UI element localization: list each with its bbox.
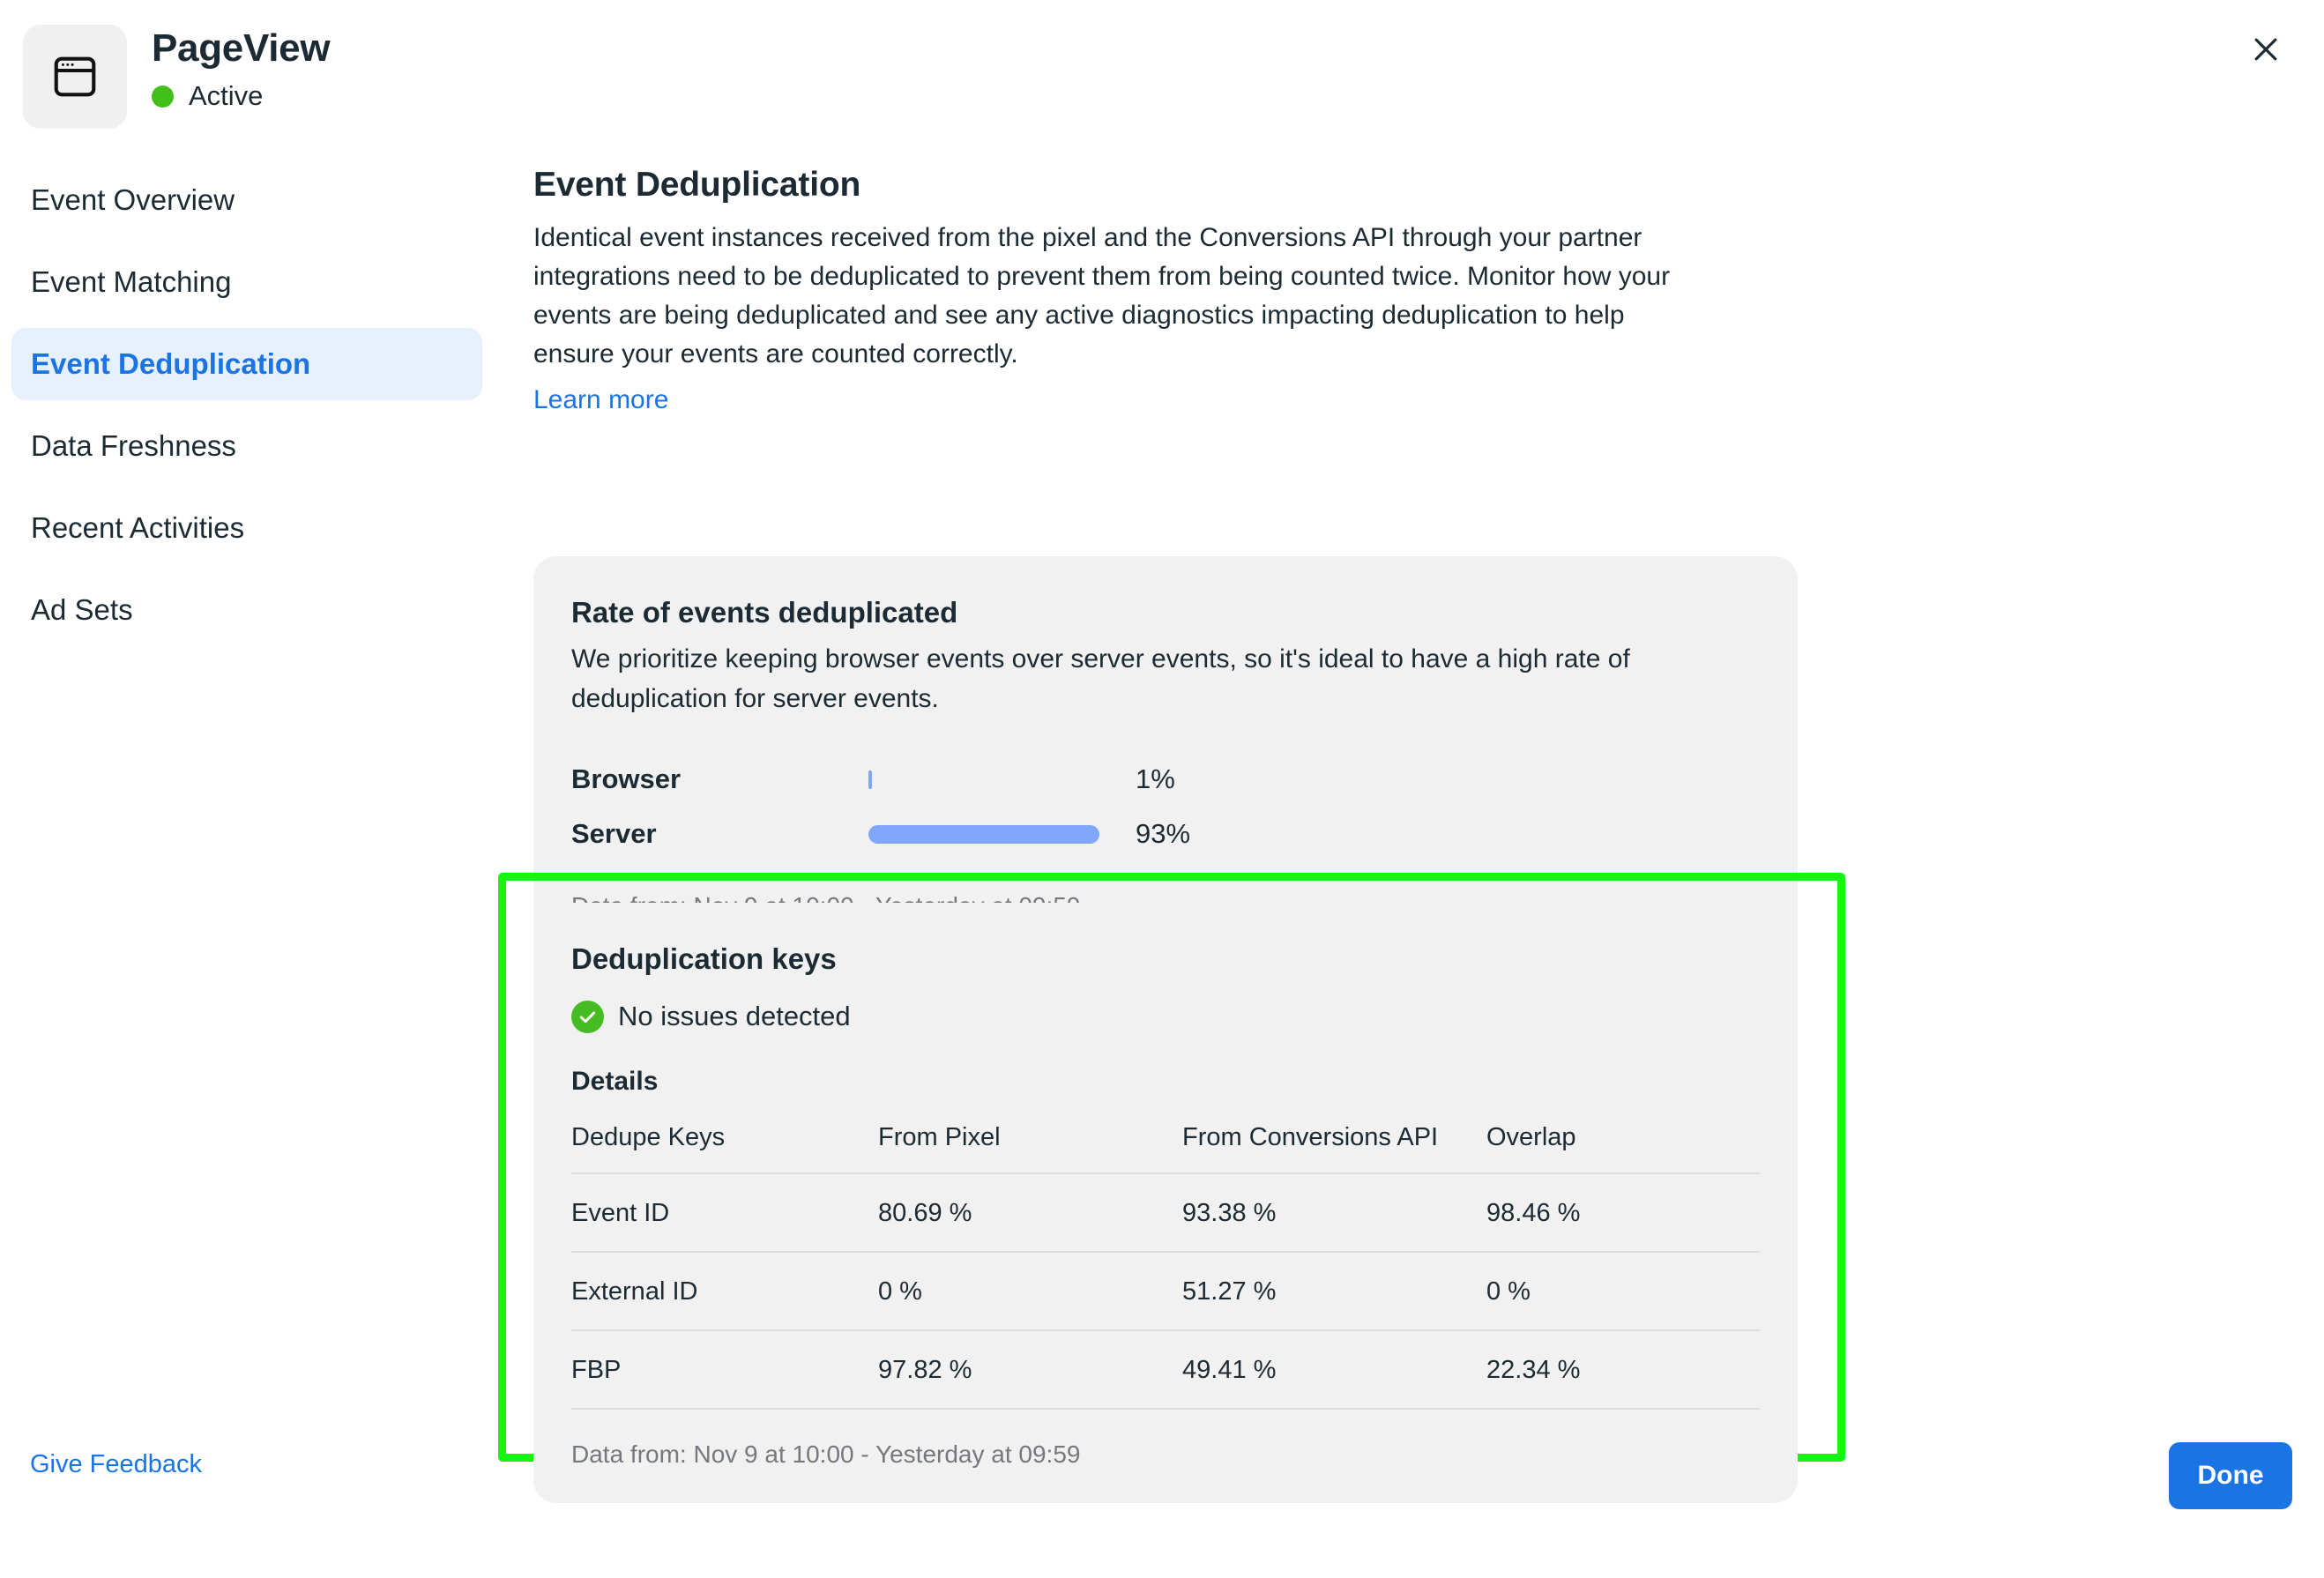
column-header-from-pixel: From Pixel (878, 1121, 1182, 1174)
page-title: PageView (152, 26, 331, 70)
dialog-header: PageView Active (0, 0, 2324, 148)
cell-overlap: 0 % (1486, 1252, 1760, 1331)
sidebar-item-data-freshness[interactable]: Data Freshness (11, 410, 482, 482)
sidebar-item-label: Event Deduplication (31, 347, 311, 380)
sidebar-item-label: Event Overview (31, 183, 235, 216)
progress-bar-fill (868, 770, 872, 789)
cell-from-conversions-api: 49.41 % (1182, 1330, 1486, 1410)
event-deduplication-dialog: PageView Active Event Overview Event Mat… (0, 0, 2324, 1578)
card-description: We prioritize keeping browser events ove… (571, 644, 1630, 713)
sidebar-item-label: Recent Activities (31, 511, 245, 544)
rate-value: 93% (1136, 818, 1191, 849)
progress-bar-fill (868, 824, 1099, 844)
rate-of-events-deduplicated-card: Rate of events deduplicated We prioritiz… (533, 556, 1798, 956)
learn-more-link[interactable]: Learn more (533, 381, 668, 420)
sidebar-nav: Event Overview Event Matching Event Dedu… (0, 164, 494, 646)
sidebar-item-event-overview[interactable]: Event Overview (11, 164, 482, 236)
deduplication-keys-card: Deduplication keys No issues detected De… (533, 903, 1798, 1503)
table-header-row: Dedupe Keys From Pixel From Conversions … (571, 1121, 1760, 1174)
dedupe-keys-table: Dedupe Keys From Pixel From Conversions … (571, 1121, 1760, 1410)
browser-window-icon (23, 25, 127, 129)
cell-from-pixel: 80.69 % (878, 1173, 1182, 1253)
table-row: FBP 97.82 % 49.41 % 22.34 % (571, 1330, 1760, 1410)
sidebar-item-recent-activities[interactable]: Recent Activities (11, 492, 482, 564)
card-title: Deduplication keys (571, 942, 837, 975)
give-feedback-link[interactable]: Give Feedback (30, 1448, 202, 1480)
sidebar-item-ad-sets[interactable]: Ad Sets (11, 574, 482, 646)
column-header-from-conversions-api: From Conversions API (1182, 1121, 1486, 1174)
section-description: Identical event instances received from … (533, 223, 1671, 368)
rate-label: Browser (571, 763, 682, 794)
progress-bar-server (868, 824, 1117, 844)
cell-dedupe-key: External ID (571, 1252, 878, 1331)
status-label: Active (189, 80, 264, 111)
main-content: Event Deduplication Identical event inst… (498, 164, 1845, 1503)
data-from-label: Data from: Nov 9 at 10:00 - Yesterday at… (571, 1440, 1081, 1468)
column-header-overlap: Overlap (1486, 1121, 1760, 1174)
cell-dedupe-key: Event ID (571, 1173, 878, 1253)
card-title: Rate of events deduplicated (571, 596, 958, 629)
table-row: External ID 0 % 51.27 % 0 % (571, 1252, 1760, 1331)
sidebar-item-label: Event Matching (31, 265, 232, 298)
cell-from-pixel: 97.82 % (878, 1330, 1182, 1410)
sidebar-item-event-deduplication[interactable]: Event Deduplication (11, 328, 482, 400)
section-title: Event Deduplication (533, 166, 861, 204)
check-circle-icon (571, 1000, 604, 1033)
status-badge: Active (152, 80, 330, 112)
close-icon (2254, 38, 2277, 61)
cell-from-conversions-api: 51.27 % (1182, 1252, 1486, 1331)
cell-overlap: 22.34 % (1486, 1330, 1760, 1410)
status-dot-icon (152, 85, 174, 108)
details-heading: Details (571, 1067, 659, 1096)
no-issues-label: No issues detected (618, 1001, 851, 1031)
close-button[interactable] (2232, 16, 2299, 83)
rate-bar-list: Browser 1% Server 93% (571, 752, 1760, 861)
header-title-block: PageView Active (152, 25, 331, 112)
sidebar-item-event-matching[interactable]: Event Matching (11, 246, 482, 318)
column-header-dedupe-keys: Dedupe Keys (571, 1121, 878, 1174)
table-row: Event ID 80.69 % 93.38 % 98.46 % (571, 1173, 1760, 1253)
rate-label: Server (571, 818, 657, 849)
no-issues-status: No issues detected (571, 1000, 1760, 1033)
done-button[interactable]: Done (2169, 1442, 2292, 1509)
rate-row-server: Server 93% (571, 807, 1760, 861)
cell-dedupe-key: FBP (571, 1330, 878, 1410)
cell-from-conversions-api: 93.38 % (1182, 1173, 1486, 1253)
rate-row-browser: Browser 1% (571, 752, 1760, 807)
rate-value: 1% (1136, 763, 1175, 794)
cell-from-pixel: 0 % (878, 1252, 1182, 1331)
sidebar-item-label: Ad Sets (31, 593, 133, 626)
cell-overlap: 98.46 % (1486, 1173, 1760, 1253)
sidebar-item-label: Data Freshness (31, 429, 236, 462)
progress-bar-browser (868, 770, 1117, 789)
